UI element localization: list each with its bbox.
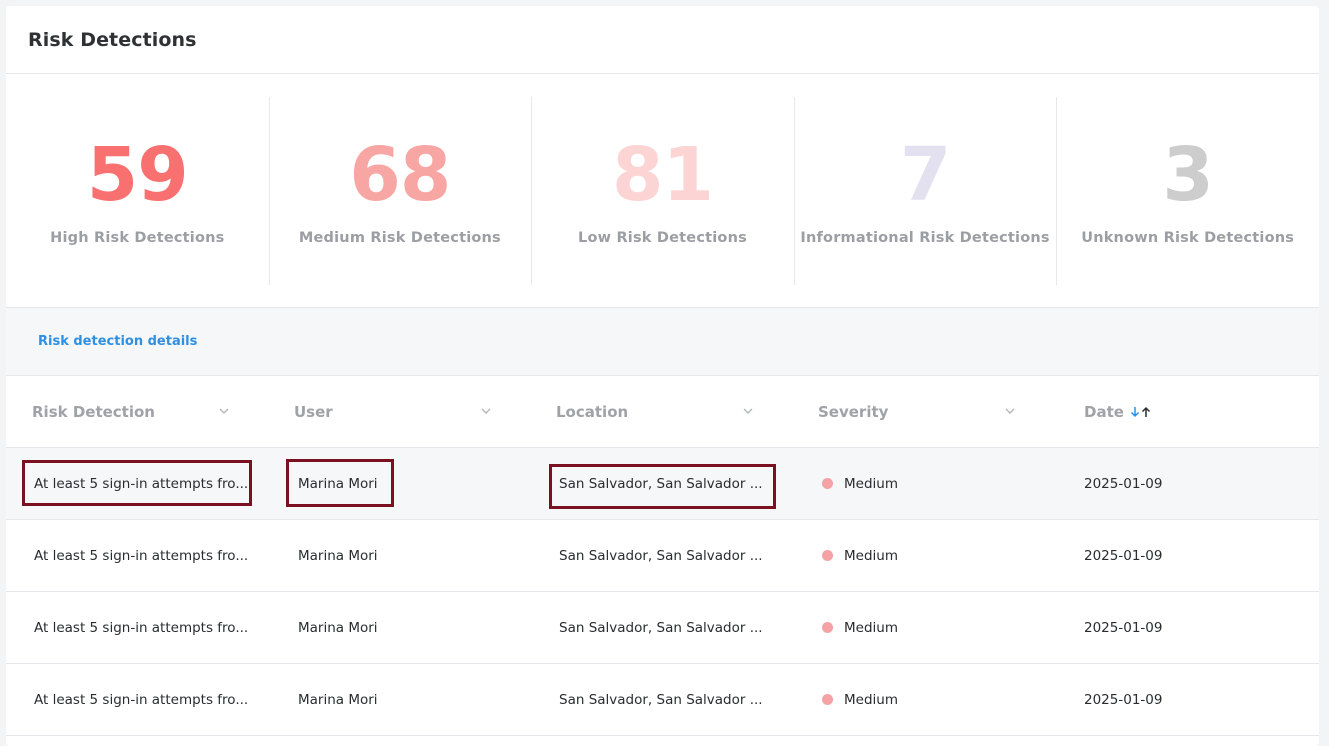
cell-text: San Salvador, San Salvador ... bbox=[559, 475, 763, 492]
stat-value: 68 bbox=[349, 132, 451, 218]
cell-location[interactable]: San Salvador, San Salvador ... bbox=[530, 448, 792, 519]
cell-date: 2025-01-09 bbox=[1054, 664, 1319, 735]
cell-severity: Medium bbox=[792, 448, 1054, 519]
cell-text: Marina Mori bbox=[298, 619, 378, 636]
stat-label: Medium Risk Detections bbox=[298, 230, 501, 246]
stat-value: 7 bbox=[899, 132, 951, 218]
cell-text: Medium bbox=[844, 619, 898, 636]
chevron-down-icon[interactable] bbox=[218, 405, 230, 417]
cell-text: At least 5 sign-in attempts fro... bbox=[34, 547, 249, 564]
column-label: User bbox=[294, 403, 333, 421]
cell-text: 2025-01-09 bbox=[1084, 475, 1163, 492]
cell-text: San Salvador, San Salvador ... bbox=[559, 547, 763, 564]
sort-control[interactable] bbox=[1130, 406, 1151, 418]
cell-date: 2025-01-09 bbox=[1054, 520, 1319, 591]
severity-dot-icon bbox=[822, 622, 833, 633]
cell-severity: Medium bbox=[792, 592, 1054, 663]
cell-user[interactable]: Marina Mori bbox=[268, 664, 530, 735]
severity-dot-icon bbox=[822, 478, 833, 489]
column-label: Location bbox=[556, 403, 629, 421]
cell-text: San Salvador, San Salvador ... bbox=[559, 691, 763, 708]
severity-dot-icon bbox=[822, 550, 833, 561]
cell-text: At least 5 sign-in attempts fro... bbox=[34, 475, 249, 492]
stat-low-risk[interactable]: 81 Low Risk Detections bbox=[531, 75, 794, 307]
column-header-location[interactable]: Location bbox=[530, 377, 792, 447]
cell-text: 2025-01-09 bbox=[1084, 691, 1163, 708]
cell-text: Medium bbox=[844, 691, 898, 708]
stat-label: Unknown Risk Detections bbox=[1081, 230, 1295, 246]
table-row[interactable]: At least 5 sign-in attempts fro... Marin… bbox=[6, 664, 1319, 736]
cell-date: 2025-01-09 bbox=[1054, 592, 1319, 663]
panel-title: Risk Detections bbox=[28, 28, 197, 51]
cell-risk-detection[interactable]: At least 5 sign-in attempts fro... bbox=[6, 664, 268, 735]
cell-risk-detection[interactable]: At least 5 sign-in attempts fro... bbox=[6, 520, 268, 591]
cell-text: San Salvador, San Salvador ... bbox=[559, 619, 763, 636]
severity-dot-icon bbox=[822, 694, 833, 705]
stat-label: Low Risk Detections bbox=[578, 230, 747, 246]
cell-location[interactable]: San Salvador, San Salvador ... bbox=[530, 664, 792, 735]
risk-detection-details-link[interactable]: Risk detection details bbox=[38, 334, 197, 349]
risk-summary-stats: 59 High Risk Detections 68 Medium Risk D… bbox=[6, 75, 1319, 308]
risk-detections-table: Risk Detection User Location Severity Da… bbox=[6, 377, 1319, 736]
stat-label: High Risk Detections bbox=[50, 230, 225, 246]
column-header-date[interactable]: Date bbox=[1054, 377, 1319, 447]
table-row[interactable]: At least 5 sign-in attempts fro... Marin… bbox=[6, 520, 1319, 592]
chevron-down-icon[interactable] bbox=[480, 405, 492, 417]
cell-user[interactable]: Marina Mori bbox=[268, 520, 530, 591]
cell-text: Marina Mori bbox=[298, 691, 378, 708]
details-bar: Risk detection details bbox=[6, 308, 1319, 376]
chevron-down-icon[interactable] bbox=[742, 405, 754, 417]
table-row[interactable]: At least 5 sign-in attempts fro... Marin… bbox=[6, 592, 1319, 664]
column-header-severity[interactable]: Severity bbox=[792, 377, 1054, 447]
arrow-up-icon[interactable] bbox=[1141, 406, 1151, 418]
cell-text: At least 5 sign-in attempts fro... bbox=[34, 691, 249, 708]
stat-value: 59 bbox=[86, 132, 189, 218]
cell-severity: Medium bbox=[792, 664, 1054, 735]
cell-text: Marina Mori bbox=[298, 547, 378, 564]
stat-high-risk[interactable]: 59 High Risk Detections bbox=[6, 75, 269, 307]
chevron-down-icon[interactable] bbox=[1004, 405, 1016, 417]
column-label: Date bbox=[1084, 403, 1124, 421]
cell-location[interactable]: San Salvador, San Salvador ... bbox=[530, 520, 792, 591]
stat-informational-risk[interactable]: 7 Informational Risk Detections bbox=[793, 75, 1057, 307]
stat-label: Informational Risk Detections bbox=[800, 230, 1050, 246]
column-label: Severity bbox=[818, 403, 889, 421]
cell-risk-detection[interactable]: At least 5 sign-in attempts fro... bbox=[6, 592, 268, 663]
column-label: Risk Detection bbox=[32, 403, 155, 421]
cell-text: 2025-01-09 bbox=[1084, 619, 1163, 636]
cell-text: Medium bbox=[844, 475, 898, 492]
stat-unknown-risk[interactable]: 3 Unknown Risk Detections bbox=[1056, 75, 1319, 307]
stat-value: 81 bbox=[611, 132, 714, 218]
stat-value: 3 bbox=[1162, 132, 1213, 218]
cell-severity: Medium bbox=[792, 520, 1054, 591]
column-header-risk-detection[interactable]: Risk Detection bbox=[6, 377, 268, 447]
table-row[interactable]: At least 5 sign-in attempts fro... Marin… bbox=[6, 448, 1319, 520]
panel-header: Risk Detections bbox=[6, 6, 1319, 74]
cell-risk-detection[interactable]: At least 5 sign-in attempts fro... bbox=[6, 448, 268, 519]
cell-user[interactable]: Marina Mori bbox=[268, 448, 530, 519]
risk-detections-panel: Risk Detections 59 High Risk Detections … bbox=[6, 6, 1319, 746]
arrow-down-icon[interactable] bbox=[1130, 406, 1140, 418]
cell-text: At least 5 sign-in attempts fro... bbox=[34, 619, 249, 636]
cell-text: Marina Mori bbox=[298, 475, 378, 492]
cell-user[interactable]: Marina Mori bbox=[268, 592, 530, 663]
column-header-user[interactable]: User bbox=[268, 377, 530, 447]
stat-medium-risk[interactable]: 68 Medium Risk Detections bbox=[268, 75, 532, 307]
cell-date: 2025-01-09 bbox=[1054, 448, 1319, 519]
cell-text: Medium bbox=[844, 547, 898, 564]
cell-text: 2025-01-09 bbox=[1084, 547, 1163, 564]
cell-location[interactable]: San Salvador, San Salvador ... bbox=[530, 592, 792, 663]
table-header: Risk Detection User Location Severity Da… bbox=[6, 377, 1319, 448]
